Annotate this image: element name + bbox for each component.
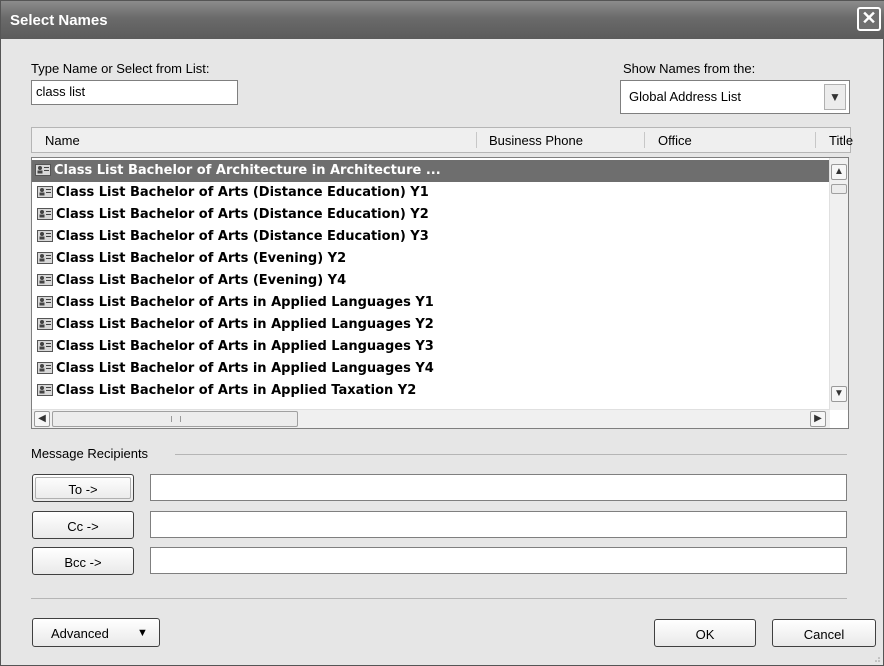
select-names-dialog: Select Names ✕ Type Name or Select from …: [0, 0, 884, 666]
distribution-list-icon: [37, 208, 53, 220]
address-list-value: Global Address List: [629, 89, 742, 104]
distribution-list-icon: [37, 252, 53, 264]
scroll-right-button[interactable]: ▶: [810, 411, 826, 427]
list-item[interactable]: Class List Bachelor of Arts (Distance Ed…: [34, 204, 834, 226]
cc-button[interactable]: Cc ->: [32, 511, 134, 539]
column-name[interactable]: Name: [45, 133, 80, 148]
results-list[interactable]: Class List Bachelor of Architecture in A…: [31, 157, 849, 429]
title-bar[interactable]: Select Names ✕: [1, 1, 884, 39]
scroll-up-button[interactable]: ▲: [831, 164, 847, 180]
distribution-list-icon: [35, 164, 51, 176]
advanced-button[interactable]: Advanced ▼: [32, 618, 160, 647]
list-item[interactable]: Class List Bachelor of Arts (Distance Ed…: [34, 182, 834, 204]
list-item[interactable]: Class List Bachelor of Architecture in A…: [32, 160, 834, 182]
list-item[interactable]: Class List Bachelor of Arts in Applied T…: [34, 380, 834, 402]
ok-button-label: OK: [695, 627, 715, 642]
cancel-button[interactable]: Cancel: [772, 619, 876, 647]
section-divider: [175, 454, 847, 455]
distribution-list-icon: [37, 274, 53, 286]
grip-lines: [171, 416, 181, 422]
distribution-list-icon: [37, 186, 53, 198]
up-arrow-icon: ▲: [834, 166, 844, 177]
footer-divider: [31, 598, 847, 599]
to-button-label: To ->: [68, 482, 98, 497]
search-label: Type Name or Select from List:: [31, 61, 210, 76]
source-label: Show Names from the:: [623, 61, 756, 76]
horizontal-scroll-thumb[interactable]: [52, 411, 298, 427]
list-item[interactable]: Class List Bachelor of Arts (Distance Ed…: [34, 226, 834, 248]
distribution-list-icon: [37, 318, 53, 330]
address-list-select[interactable]: Global Address List ▼: [620, 80, 850, 114]
dropdown-arrow-icon: ▼: [137, 627, 148, 639]
left-arrow-icon: ◀: [38, 413, 46, 424]
list-item-label: Class List Bachelor of Architecture in A…: [54, 163, 441, 178]
distribution-list-icon: [37, 384, 53, 396]
bcc-button[interactable]: Bcc ->: [32, 547, 134, 575]
column-divider[interactable]: [644, 132, 645, 148]
list-item-label: Class List Bachelor of Arts (Distance Ed…: [56, 185, 429, 200]
chevron-down-icon[interactable]: ▼: [824, 84, 846, 110]
list-item-label: Class List Bachelor of Arts in Applied T…: [56, 383, 417, 398]
list-item[interactable]: Class List Bachelor of Arts in Applied L…: [34, 336, 834, 358]
distribution-list-icon: [37, 340, 53, 352]
cc-field[interactable]: [150, 511, 847, 538]
right-arrow-icon: ▶: [814, 413, 822, 424]
list-item-label: Class List Bachelor of Arts (Evening) Y2: [56, 251, 347, 266]
list-item-label: Class List Bachelor of Arts in Applied L…: [56, 295, 434, 310]
column-divider[interactable]: [815, 132, 816, 148]
recipients-section-label: Message Recipients: [31, 446, 149, 461]
list-item[interactable]: Class List Bachelor of Arts in Applied L…: [34, 314, 834, 336]
bcc-field[interactable]: [150, 547, 847, 574]
list-item-label: Class List Bachelor of Arts (Distance Ed…: [56, 207, 429, 222]
list-item[interactable]: Class List Bachelor of Arts (Evening) Y4: [34, 270, 834, 292]
to-field[interactable]: [150, 474, 847, 501]
list-item-label: Class List Bachelor of Arts in Applied L…: [56, 339, 434, 354]
search-input[interactable]: class list: [31, 80, 238, 105]
close-icon: ✕: [861, 8, 877, 28]
down-arrow-icon: ▼: [834, 388, 844, 399]
list-item[interactable]: Class List Bachelor of Arts in Applied L…: [34, 292, 834, 314]
horizontal-scrollbar[interactable]: ◀ ▶: [32, 409, 830, 428]
distribution-list-icon: [37, 296, 53, 308]
vertical-scrollbar[interactable]: ▲ ▼: [829, 158, 848, 410]
list-item[interactable]: Class List Bachelor of Arts (Evening) Y2: [34, 248, 834, 270]
scroll-down-button[interactable]: ▼: [831, 386, 847, 402]
advanced-button-label: Advanced: [51, 626, 109, 641]
column-divider[interactable]: [476, 132, 477, 148]
cancel-button-label: Cancel: [803, 627, 845, 642]
list-item-label: Class List Bachelor of Arts (Evening) Y4: [56, 273, 347, 288]
list-item-label: Class List Bachelor of Arts in Applied L…: [56, 317, 434, 332]
to-button[interactable]: To ->: [32, 474, 134, 502]
distribution-list-icon: [37, 362, 53, 374]
resize-grip-icon[interactable]: [871, 653, 881, 663]
list-item[interactable]: Class List Bachelor of Arts in Applied L…: [34, 358, 834, 380]
column-header: Name Business Phone Office Title: [31, 127, 853, 153]
scroll-left-button[interactable]: ◀: [34, 411, 50, 427]
list-item-label: Class List Bachelor of Arts (Distance Ed…: [56, 229, 429, 244]
bcc-button-label: Bcc ->: [64, 555, 102, 570]
column-office[interactable]: Office: [658, 133, 692, 148]
ok-button[interactable]: OK: [654, 619, 756, 647]
list-item-label: Class List Bachelor of Arts in Applied L…: [56, 361, 434, 376]
distribution-list-icon: [37, 230, 53, 242]
column-business-phone[interactable]: Business Phone: [489, 133, 583, 148]
close-button[interactable]: ✕: [857, 7, 881, 31]
vertical-scroll-thumb[interactable]: [831, 184, 847, 194]
cc-button-label: Cc ->: [67, 519, 99, 534]
dialog-title: Select Names: [10, 12, 108, 29]
column-title[interactable]: Title: [829, 133, 853, 148]
